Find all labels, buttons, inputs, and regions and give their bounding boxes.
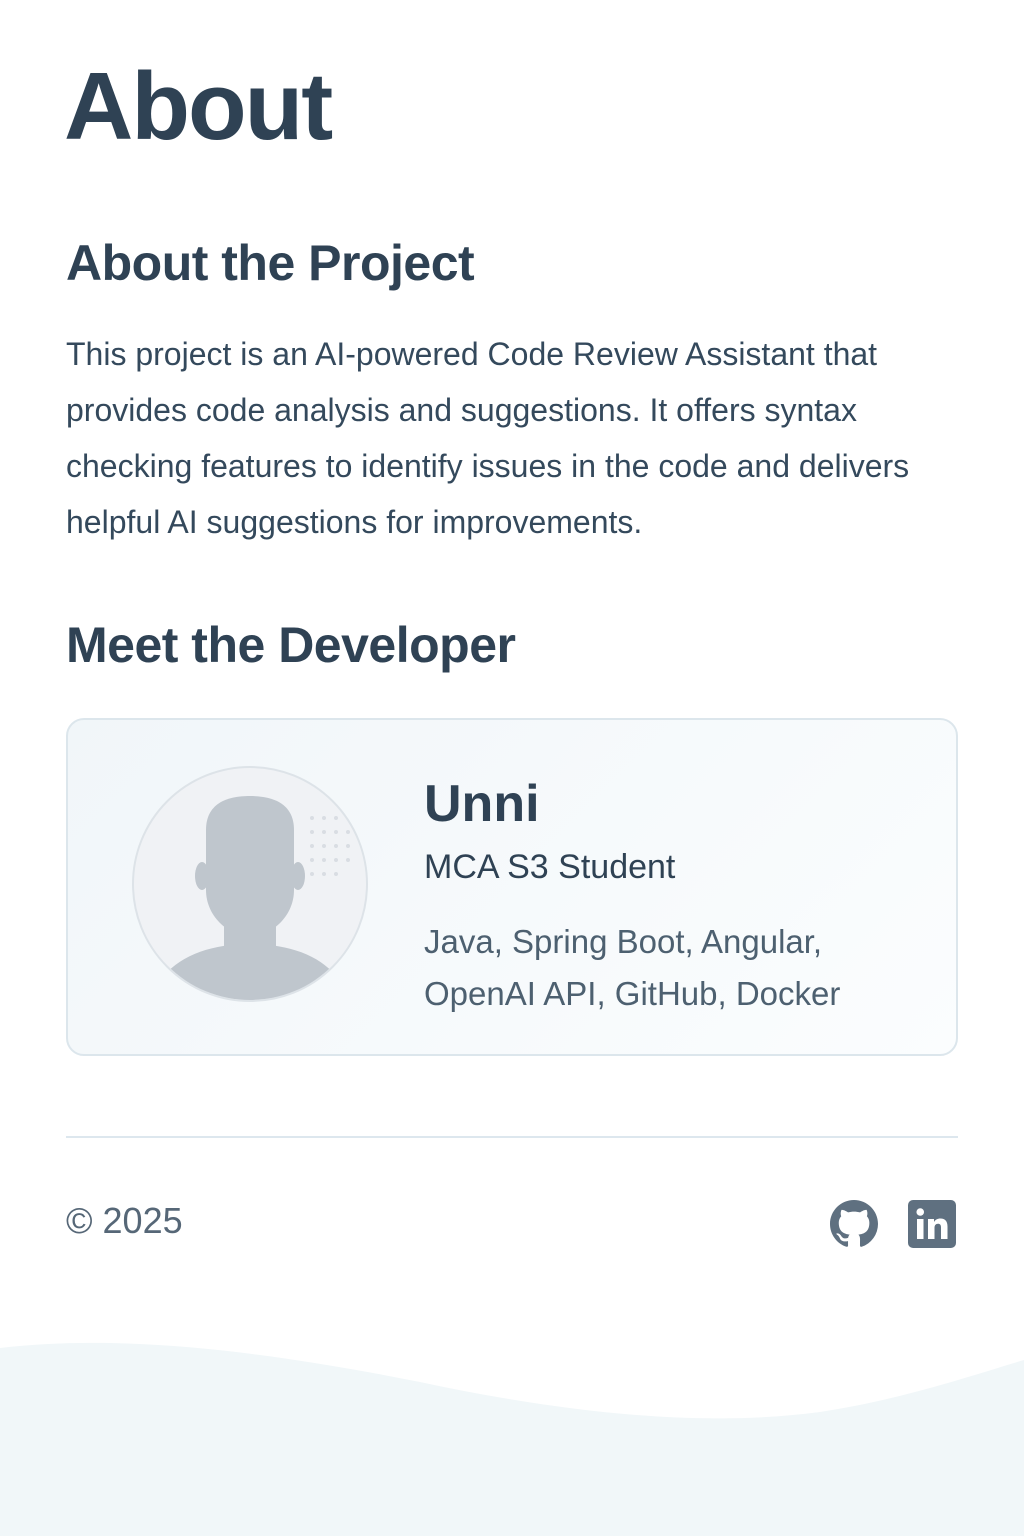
developer-role: MCA S3 Student xyxy=(424,848,676,886)
developer-heading: Meet the Developer xyxy=(66,617,516,673)
footer-divider xyxy=(66,1136,958,1138)
linkedin-link[interactable] xyxy=(908,1200,956,1248)
developer-name: Unni xyxy=(424,775,540,833)
about-page: About About the Project This project is … xyxy=(0,0,1024,1536)
skills-line: Java, Spring Boot, Angular, xyxy=(424,923,823,960)
decorative-wave xyxy=(0,1342,1024,1536)
github-icon xyxy=(830,1200,878,1247)
project-description: This project is an AI-powered Code Revie… xyxy=(66,336,910,540)
project-heading: About the Project xyxy=(66,235,475,291)
avatar xyxy=(132,766,368,1002)
copyright-text: © 2025 xyxy=(66,1200,183,1241)
person-silhouette-icon xyxy=(138,796,366,1000)
skills-line: OpenAI API, GitHub, Docker xyxy=(424,975,841,1012)
page-title: About xyxy=(64,53,333,160)
developer-card: Unni MCA S3 Student Java, Spring Boot, A… xyxy=(66,718,958,1056)
github-link[interactable] xyxy=(830,1200,878,1248)
developer-skills: Java, Spring Boot, Angular, OpenAI API, … xyxy=(424,916,904,1020)
linkedin-icon xyxy=(908,1200,956,1248)
